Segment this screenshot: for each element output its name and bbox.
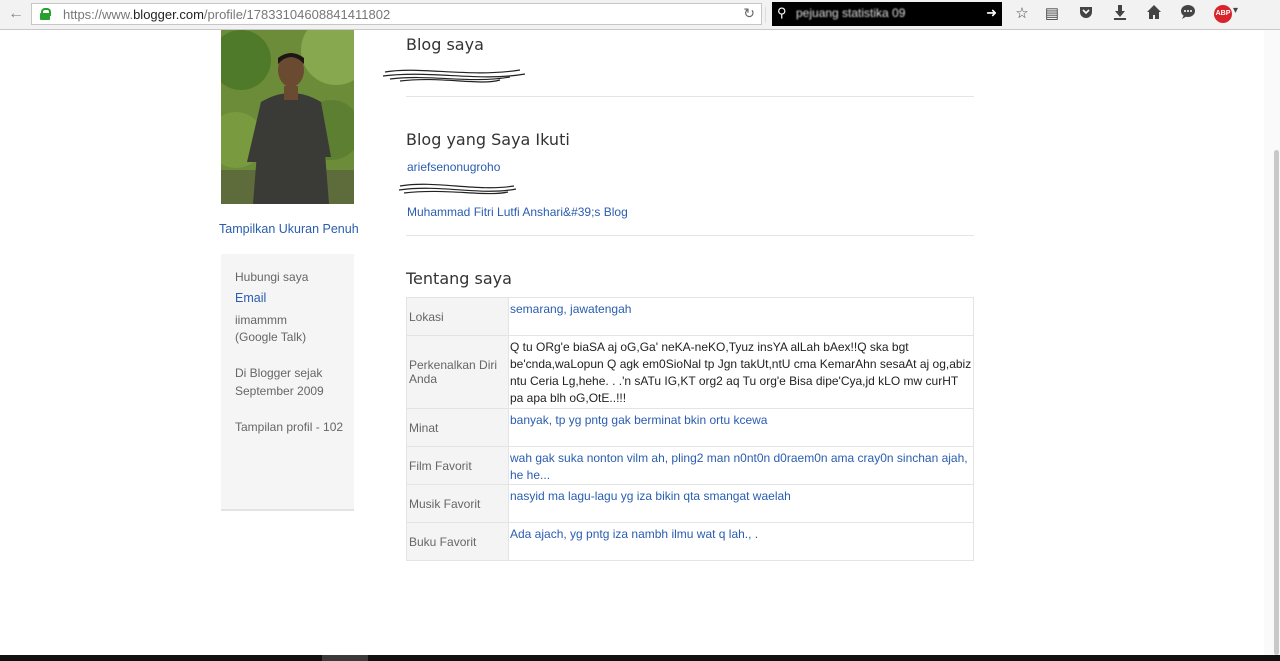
chat-icon[interactable] [1177, 4, 1199, 24]
books-label: Buku Favorit [406, 522, 509, 561]
interests-value[interactable]: banyak, tp yg pntg gak berminat bkin ort… [508, 408, 974, 447]
music-value[interactable]: nasyid ma lagu-lagu yg iza bikin qta sma… [508, 484, 974, 523]
url-text[interactable]: https://www.blogger.com/profile/17833104… [63, 7, 390, 22]
intro-label: Perkenalkan Diri Anda [406, 335, 509, 409]
location-value[interactable]: semarang, jawatengah [508, 297, 974, 336]
bookmark-star-icon[interactable]: ☆ [1011, 4, 1033, 24]
url-domain: blogger.com [133, 7, 204, 22]
table-row: Minat banyak, tp yg pntg gak berminat bk… [406, 408, 974, 447]
reload-icon[interactable]: ↻ [743, 5, 755, 22]
intro-value: Q tu ORg'e biaSA aj oG,Ga' neKA-neKO,Tyu… [508, 335, 974, 409]
url-prefix: https://www. [63, 7, 134, 22]
adblock-plus-icon[interactable]: ABP [1214, 5, 1232, 23]
browser-toolbar: ← https://www.blogger.com/profile/178331… [0, 0, 1280, 30]
search-bar[interactable]: ⚲ pejuang statistika 09 ➜ [772, 2, 1002, 26]
im-username: iimammm [235, 313, 287, 327]
member-since-label: Di Blogger sejak [235, 366, 323, 380]
about-table: Lokasi semarang, jawatengah Perkenalkan … [406, 297, 974, 561]
interests-label: Minat [406, 408, 509, 447]
books-value[interactable]: Ada ajach, yg pntg iza nambh ilmu wat q … [508, 522, 974, 561]
adblock-menu-chevron-down-icon[interactable]: ▾ [1233, 5, 1238, 16]
member-since-date: September 2009 [235, 384, 324, 398]
music-label: Musik Favorit [406, 484, 509, 523]
download-icon[interactable] [1109, 4, 1131, 24]
table-row: Lokasi semarang, jawatengah [406, 297, 974, 336]
go-arrow-icon[interactable]: ➜ [986, 5, 997, 21]
scrollbar-thumb[interactable] [1274, 150, 1279, 655]
movies-value[interactable]: wah gak suka nonton vilm ah, pling2 man … [508, 446, 974, 485]
im-service: (Google Talk) [235, 330, 307, 344]
table-row: Musik Favorit nasyid ma lagu-lagu yg iza… [406, 484, 974, 523]
email-link[interactable]: Email [235, 291, 266, 305]
table-row: Perkenalkan Diri Anda Q tu ORg'e biaSA a… [406, 335, 974, 409]
table-row: Buku Favorit Ada ajach, yg pntg iza namb… [406, 522, 974, 561]
profile-photo[interactable] [221, 30, 354, 204]
view-full-size-link[interactable]: Tampilkan Ukuran Penuh [219, 222, 359, 236]
divider [406, 96, 974, 97]
search-icon[interactable]: ⚲ [777, 5, 787, 21]
search-input[interactable]: pejuang statistika 09 [796, 6, 905, 20]
profile-views: Tampilan profil - 102 [235, 420, 344, 434]
home-icon[interactable] [1143, 4, 1165, 24]
location-label: Lokasi [406, 297, 509, 336]
back-arrow-icon[interactable]: ← [4, 3, 28, 25]
followed-blog-link[interactable]: ariefsenonugroho [407, 160, 500, 174]
url-divider [765, 7, 766, 23]
reading-list-icon[interactable]: ▤ [1041, 4, 1063, 24]
redacted-blog-link [382, 69, 526, 83]
taskbar-active-item[interactable] [322, 655, 368, 661]
url-path: /profile/17833104608841411802 [203, 7, 391, 22]
contact-panel: Hubungi saya Email iimammm (Google Talk)… [221, 254, 354, 511]
lock-icon [40, 8, 51, 20]
url-bar[interactable]: https://www.blogger.com/profile/17833104… [31, 3, 766, 25]
table-row: Film Favorit wah gak suka nonton vilm ah… [406, 446, 974, 485]
contact-heading: Hubungi saya [235, 270, 309, 284]
redacted-followed-blog [398, 183, 517, 195]
pocket-icon[interactable] [1075, 4, 1097, 24]
followed-blog-link[interactable]: Muhammad Fitri Lutfi Anshari&#39;s Blog [407, 205, 628, 219]
divider [406, 235, 974, 236]
followed-blogs-heading: Blog yang Saya Ikuti [406, 130, 570, 149]
about-me-heading: Tentang saya [406, 269, 512, 288]
movies-label: Film Favorit [406, 446, 509, 485]
os-taskbar [0, 655, 1280, 661]
my-blogs-heading: Blog saya [406, 35, 484, 54]
